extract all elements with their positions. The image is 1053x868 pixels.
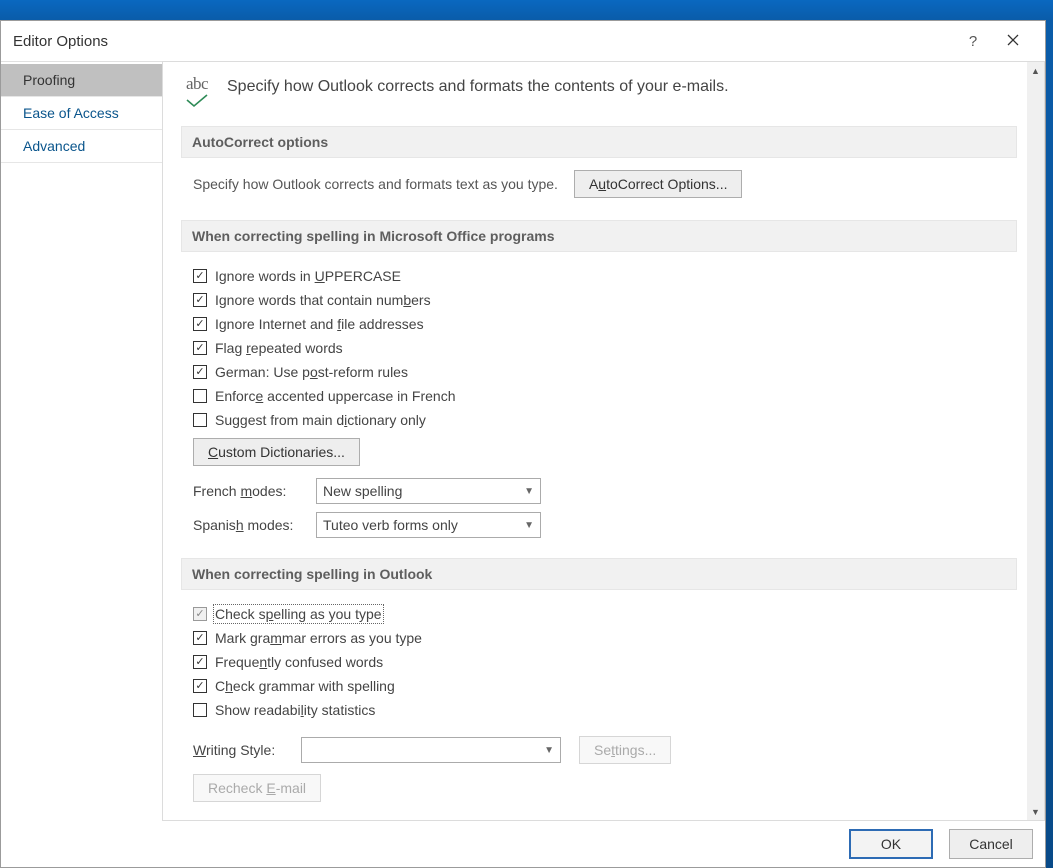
checkbox-german-post-reform[interactable] — [193, 365, 207, 379]
close-button[interactable] — [993, 33, 1033, 50]
checkbox-frequently-confused[interactable] — [193, 655, 207, 669]
checkbox-label: Ignore words that contain numbers — [215, 292, 431, 308]
sidebar-item-label: Advanced — [23, 138, 85, 154]
intro-text: Specify how Outlook corrects and formats… — [227, 74, 729, 96]
scroll-up-icon[interactable]: ▲ — [1027, 62, 1044, 79]
abc-check-icon: abc — [181, 74, 213, 108]
french-modes-label: French modes: — [193, 483, 298, 499]
checkbox-flag-repeated[interactable] — [193, 341, 207, 355]
sidebar-item-proofing[interactable]: Proofing — [1, 64, 162, 97]
checkbox-label: Check grammar with spelling — [215, 678, 395, 694]
settings-button: Settings... — [579, 736, 671, 764]
combo-value: New spelling — [323, 483, 402, 499]
spanish-modes-label: Spanish modes: — [193, 517, 298, 533]
recheck-email-button: Recheck E-mail — [193, 774, 321, 802]
writing-style-label: Writing Style: — [193, 742, 283, 758]
editor-options-dialog: Editor Options ? Proofing Ease of Access… — [0, 20, 1046, 868]
checkbox-label: Check spelling as you type — [215, 606, 382, 622]
section-header-outlook-spelling: When correcting spelling in Outlook — [181, 558, 1017, 590]
checkbox-label: Ignore words in UPPERCASE — [215, 268, 401, 284]
chevron-down-icon: ▼ — [524, 486, 534, 497]
ok-button[interactable]: OK — [849, 829, 933, 859]
spanish-modes-combo[interactable]: Tuteo verb forms only ▼ — [316, 512, 541, 538]
french-modes-combo[interactable]: New spelling ▼ — [316, 478, 541, 504]
dialog-title: Editor Options — [13, 33, 953, 50]
dialog-footer: OK Cancel — [1, 821, 1045, 867]
checkbox-ignore-internet-file[interactable] — [193, 317, 207, 331]
checkbox-label: Ignore Internet and file addresses — [215, 316, 424, 332]
autocorrect-help: Specify how Outlook corrects and formats… — [193, 176, 558, 192]
checkbox-ignore-numbers[interactable] — [193, 293, 207, 307]
sidebar-item-advanced[interactable]: Advanced — [1, 130, 162, 163]
custom-dictionaries-button[interactable]: Custom Dictionaries... — [193, 438, 360, 466]
writing-style-combo[interactable]: ▼ — [301, 737, 561, 763]
chevron-down-icon: ▼ — [544, 745, 554, 756]
options-panel: abc Specify how Outlook corrects and for… — [163, 62, 1027, 820]
checkbox-label: Flag repeated words — [215, 340, 343, 356]
checkbox-ignore-uppercase[interactable] — [193, 269, 207, 283]
titlebar: Editor Options ? — [1, 21, 1045, 61]
close-icon — [1007, 34, 1019, 46]
help-button[interactable]: ? — [953, 33, 993, 50]
checkbox-label: Frequently confused words — [215, 654, 383, 670]
section-header-autocorrect: AutoCorrect options — [181, 126, 1017, 158]
section-header-office-spelling: When correcting spelling in Microsoft Of… — [181, 220, 1017, 252]
scroll-down-icon[interactable]: ▼ — [1027, 803, 1044, 820]
chevron-down-icon: ▼ — [524, 520, 534, 531]
combo-value: Tuteo verb forms only — [323, 517, 458, 533]
scrollbar[interactable]: ▲ ▼ — [1027, 62, 1044, 820]
checkbox-enforce-accented[interactable] — [193, 389, 207, 403]
checkbox-check-spelling-as-you-type — [193, 607, 207, 621]
sidebar-item-ease-of-access[interactable]: Ease of Access — [1, 97, 162, 130]
checkbox-label: Suggest from main dictionary only — [215, 412, 426, 428]
checkbox-label: Mark grammar errors as you type — [215, 630, 422, 646]
sidebar-item-label: Proofing — [23, 72, 75, 88]
intro: abc Specify how Outlook corrects and for… — [181, 64, 1017, 126]
checkbox-readability-stats[interactable] — [193, 703, 207, 717]
checkbox-label: German: Use post-reform rules — [215, 364, 408, 380]
sidebar: Proofing Ease of Access Advanced — [1, 61, 162, 821]
sidebar-item-label: Ease of Access — [23, 105, 119, 121]
checkbox-label: Enforce accented uppercase in French — [215, 388, 456, 404]
checkbox-check-grammar-with-spelling[interactable] — [193, 679, 207, 693]
cancel-button[interactable]: Cancel — [949, 829, 1033, 859]
autocorrect-options-button[interactable]: AutoCorrect Options... — [574, 170, 743, 198]
checkbox-mark-grammar[interactable] — [193, 631, 207, 645]
checkbox-main-dictionary-only[interactable] — [193, 413, 207, 427]
checkbox-label: Show readability statistics — [215, 702, 375, 718]
